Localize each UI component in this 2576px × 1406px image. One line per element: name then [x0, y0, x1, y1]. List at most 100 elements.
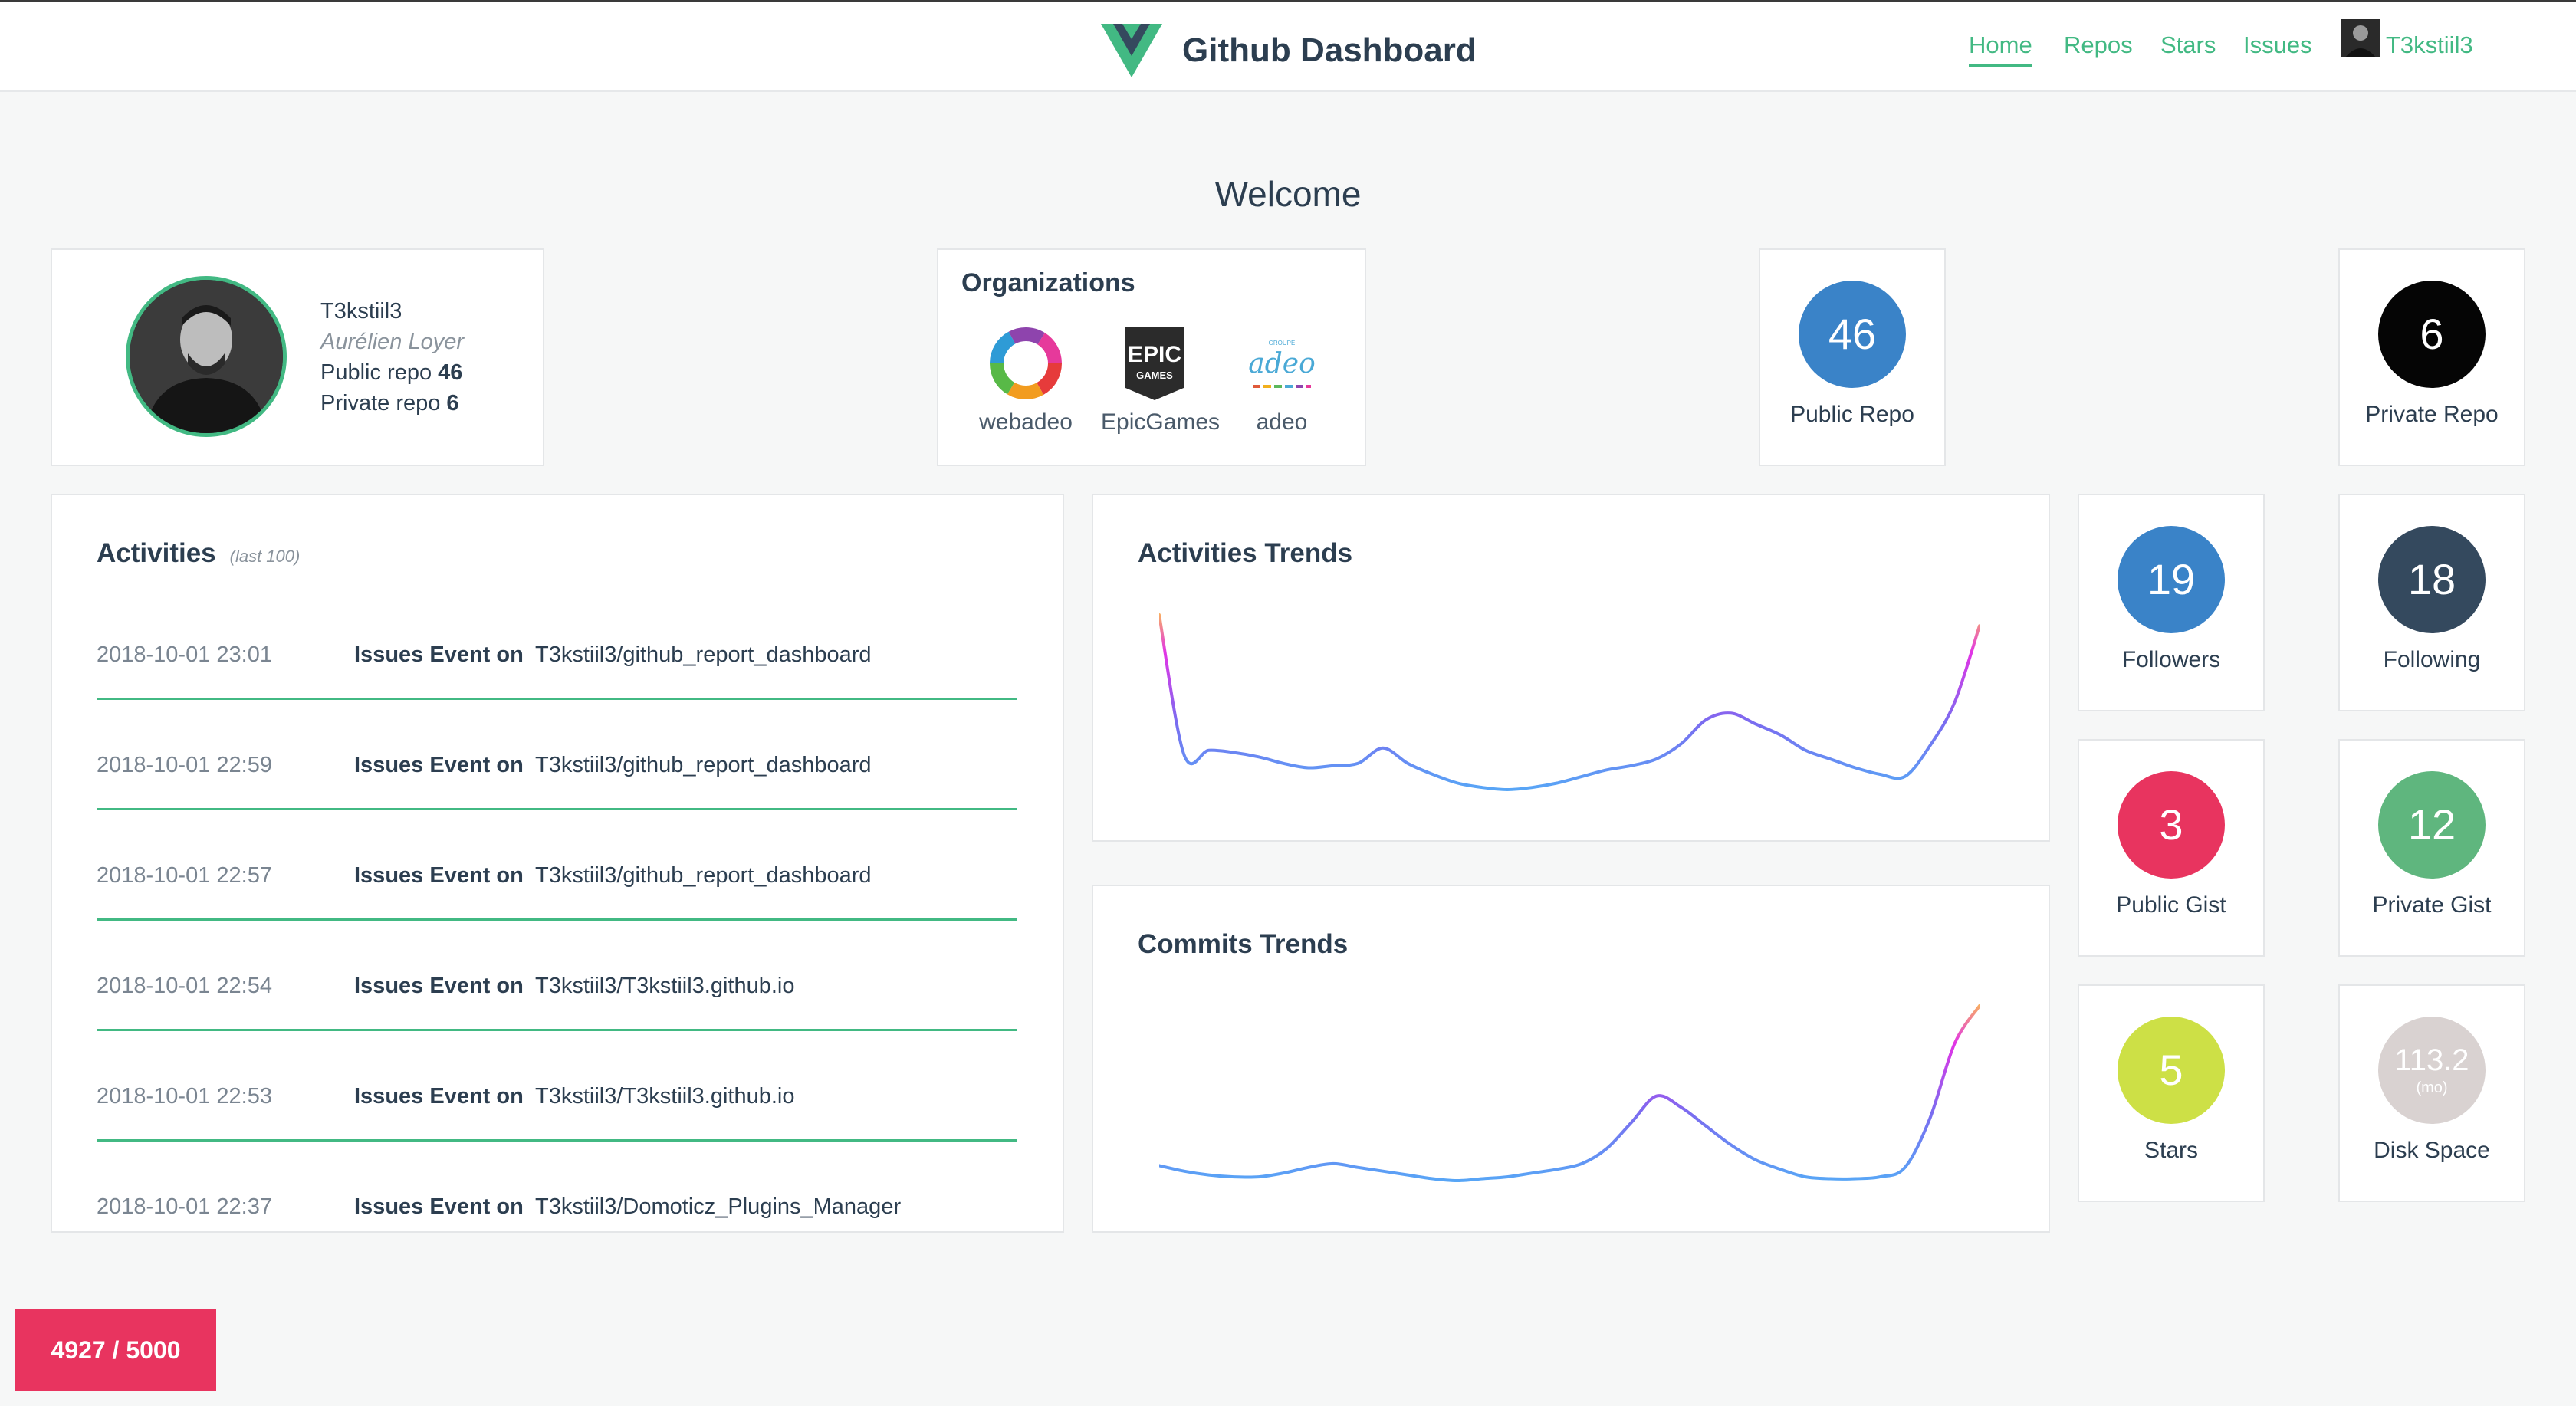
organizations-title: Organizations [961, 268, 1135, 297]
org-name: adeo [1256, 409, 1308, 435]
activity-repo[interactable]: T3kstiil3/github_report_dashboard [535, 863, 872, 889]
activity-date: 2018-10-01 22:37 [97, 1194, 272, 1219]
svg-text:GROUPE: GROUPE [1269, 340, 1296, 347]
activity-divider [97, 1139, 1017, 1142]
activity-row[interactable]: 2018-10-01 22:59 Issues Event on T3kstii… [97, 753, 1017, 863]
stat-value: 113.2 [2394, 1043, 2469, 1077]
stat-circle: 3 [2118, 771, 2225, 879]
profile-card: T3kstiil3 Aurélien Loyer Public repo 46 … [51, 248, 544, 466]
activities-trends-card: Activities Trends [1092, 494, 2050, 842]
stat-private-repo[interactable]: 6 Private Repo [2338, 248, 2525, 466]
stat-followers[interactable]: 19 Followers [2078, 494, 2265, 711]
activities-title-text: Activities [97, 538, 216, 568]
stat-value: 5 [2159, 1046, 2183, 1094]
activity-type: Issues Event on [354, 1084, 524, 1109]
stat-circle: 113.2 (mo) [2378, 1017, 2486, 1124]
org-name: EpicGames [1101, 409, 1221, 435]
activity-repo[interactable]: T3kstiil3/T3kstiil3.github.io [535, 1084, 794, 1109]
stat-circle: 46 [1799, 281, 1906, 388]
stat-public-gist[interactable]: 3 Public Gist [2078, 739, 2265, 957]
activity-type: Issues Event on [354, 642, 524, 667]
stat-stars[interactable]: 5 Stars [2078, 984, 2265, 1202]
stat-circle: 6 [2378, 281, 2486, 388]
activity-type: Issues Event on [354, 753, 524, 777]
nav-issues[interactable]: Issues [2243, 31, 2312, 59]
stat-disk-space[interactable]: 113.2 (mo) Disk Space [2338, 984, 2525, 1202]
stat-label: Followers [2121, 647, 2221, 672]
commits-trends-chart [1159, 1004, 1980, 1183]
org-name: webadeo [979, 409, 1073, 435]
org-epicgames[interactable]: EPIC GAMES EpicGames [1101, 324, 1221, 435]
activity-row[interactable]: 2018-10-01 23:01 Issues Event on T3kstii… [97, 642, 1017, 753]
stat-private-gist[interactable]: 12 Private Gist [2338, 739, 2525, 957]
commits-trends-card: Commits Trends [1092, 885, 2050, 1233]
activity-row[interactable]: 2018-10-01 22:53 Issues Event on T3kstii… [97, 1084, 1017, 1194]
svg-text:adeo: adeo [1248, 348, 1316, 379]
brand[interactable]: Github Dashboard [1101, 24, 1477, 77]
org-adeo[interactable]: GROUPE adeo adeo [1228, 324, 1336, 435]
top-bar: Github Dashboard Home Repos Stars Issues… [0, 0, 2576, 92]
activity-type: Issues Event on [354, 974, 524, 998]
stat-circle: 12 [2378, 771, 2486, 879]
svg-text:EPIC: EPIC [1128, 342, 1181, 367]
stat-label: Public Gist [2116, 892, 2226, 918]
activities-subtitle: (last 100) [229, 547, 301, 566]
profile-private-repo: Private repo 6 [320, 388, 464, 419]
activity-row[interactable]: 2018-10-01 22:37 Issues Event on T3kstii… [97, 1194, 1017, 1231]
organizations-card: Organizations webadeo EPIC GAMES EpicGam… [937, 248, 1366, 466]
stat-value: 12 [2407, 800, 2456, 849]
public-repo-value: 46 [438, 360, 463, 385]
stat-circle: 19 [2118, 526, 2225, 633]
profile-name: Aurélien Loyer [320, 330, 464, 354]
epicgames-logo-icon: EPIC GAMES [1115, 324, 1194, 403]
stat-value: 3 [2159, 800, 2183, 849]
org-webadeo[interactable]: webadeo [972, 324, 1079, 435]
activity-date: 2018-10-01 22:59 [97, 753, 272, 777]
stat-public-repo[interactable]: 46 Public Repo [1759, 248, 1946, 466]
activity-divider [97, 1029, 1017, 1031]
activity-row[interactable]: 2018-10-01 22:54 Issues Event on T3kstii… [97, 974, 1017, 1084]
activity-date: 2018-10-01 23:01 [97, 642, 272, 667]
nav-stars[interactable]: Stars [2160, 31, 2216, 59]
activities-panel: Activities (last 100) 2018-10-01 23:01 Is… [51, 494, 1064, 1233]
public-repo-label: Public repo [320, 360, 432, 385]
private-repo-label: Private repo [320, 391, 441, 416]
stat-label: Stars [2144, 1138, 2199, 1163]
svg-text:GAMES: GAMES [1136, 370, 1173, 381]
activity-divider [97, 808, 1017, 810]
stat-circle: 18 [2378, 526, 2486, 633]
rate-limit-badge: 4927 / 5000 [15, 1309, 216, 1391]
stat-following[interactable]: 18 Following [2338, 494, 2525, 711]
commits-trend-line [1159, 1004, 1980, 1183]
stat-value: 18 [2407, 555, 2456, 603]
avatar[interactable] [2341, 19, 2380, 57]
stat-value: 19 [2147, 555, 2196, 603]
nav-user[interactable]: T3kstiil3 [2386, 31, 2473, 59]
adeo-logo-icon: GROUPE adeo [1242, 324, 1322, 403]
stat-label: Private Gist [2372, 892, 2492, 918]
activities-trends-chart [1159, 613, 1980, 792]
stat-unit: (mo) [2416, 1079, 2448, 1096]
profile-info: T3kstiil3 Aurélien Loyer Public repo 46 … [320, 296, 464, 419]
stat-label: Disk Space [2374, 1138, 2490, 1163]
activity-row[interactable]: 2018-10-01 22:57 Issues Event on T3kstii… [97, 863, 1017, 974]
profile-login: T3kstiil3 [320, 299, 402, 324]
activity-type: Issues Event on [354, 1194, 524, 1219]
nav-home[interactable]: Home [1969, 31, 2032, 67]
stat-label: Following [2383, 647, 2481, 672]
activities-title: Activities (last 100) [97, 538, 300, 569]
activity-date: 2018-10-01 22:54 [97, 974, 272, 998]
activity-repo[interactable]: T3kstiil3/github_report_dashboard [535, 753, 872, 778]
vue-logo-icon [1101, 24, 1162, 77]
activity-repo[interactable]: T3kstiil3/github_report_dashboard [535, 642, 872, 668]
stat-circle: 5 [2118, 1017, 2225, 1124]
activities-trends-title: Activities Trends [1138, 538, 1353, 568]
activity-repo[interactable]: T3kstiil3/Domoticz_Plugins_Manager [535, 1194, 901, 1220]
nav-repos[interactable]: Repos [2064, 31, 2133, 59]
activity-repo[interactable]: T3kstiil3/T3kstiil3.github.io [535, 974, 794, 999]
private-repo-value: 6 [446, 391, 459, 416]
stat-label: Public Repo [1790, 402, 1914, 427]
stat-value: 6 [2420, 310, 2444, 358]
activity-divider [97, 698, 1017, 700]
activities-trend-line [1159, 613, 1980, 792]
